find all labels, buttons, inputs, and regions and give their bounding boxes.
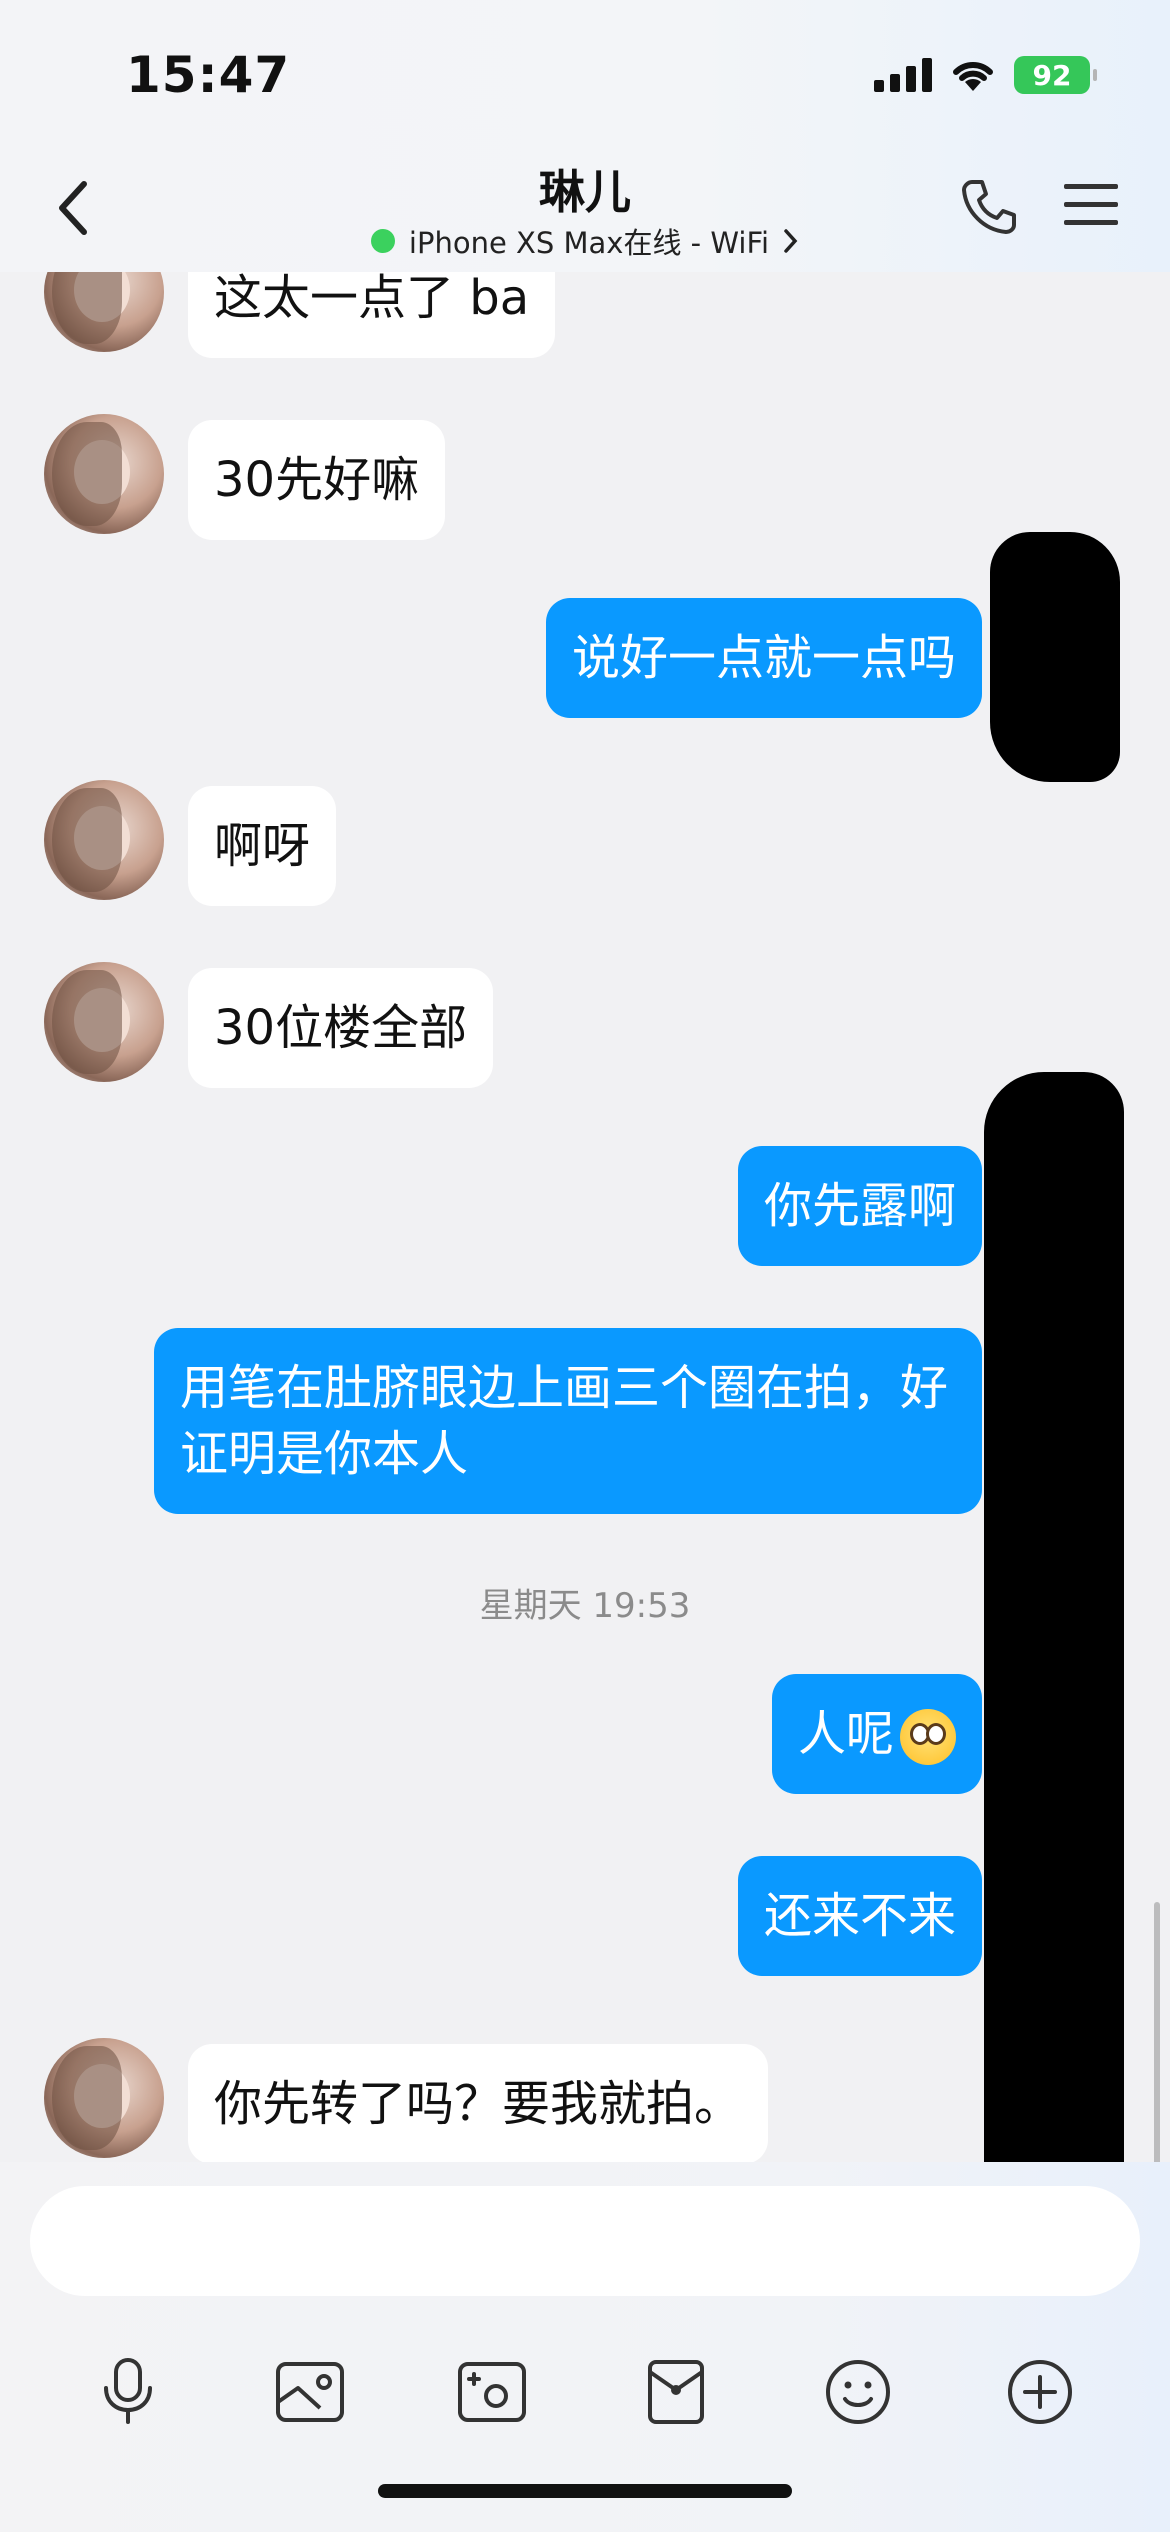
status-time: 15:47 <box>126 46 291 104</box>
avatar[interactable] <box>44 414 164 534</box>
message-bubble[interactable]: 这太一点了 ba <box>188 272 556 358</box>
plus-icon[interactable] <box>1000 2352 1080 2432</box>
avatar[interactable] <box>44 780 164 900</box>
message-bubble[interactable]: 啊呀 <box>188 786 337 906</box>
red-packet-icon[interactable] <box>636 2352 716 2432</box>
online-dot <box>370 229 395 253</box>
online-status-text: iPhone XS Max在线 - WiFi <box>408 226 770 260</box>
message-bubble[interactable]: 用笔在肚脐眼边上画三个圈在拍，好证明是你本人 <box>154 1328 982 1514</box>
message-bubble[interactable]: 30先好嘛 <box>188 420 446 540</box>
chevron-right-icon <box>784 229 798 253</box>
composer <box>0 2162 1170 2532</box>
scrollbar[interactable] <box>1154 1902 1160 2162</box>
message-text: 人呢 <box>797 1706 894 1762</box>
battery-icon: 92 <box>1014 56 1097 94</box>
camera-icon[interactable] <box>452 2352 532 2432</box>
message-list[interactable]: 这太一点了 ba 30先好嘛 说好一点就一点吗 啊呀 30位楼全部 你先露啊 用… <box>0 272 1170 2162</box>
emoji-icon[interactable] <box>818 2352 898 2432</box>
rolling-eyes-emoji-icon <box>900 1709 956 1765</box>
redacted-avatar <box>990 532 1120 782</box>
phone-icon[interactable] <box>958 176 1020 238</box>
composer-toolbar <box>0 2352 1170 2432</box>
avatar[interactable] <box>44 2038 164 2158</box>
message-bubble[interactable]: 你先转了吗？要我就拍。 <box>188 2044 769 2162</box>
battery-level: 92 <box>1032 58 1072 92</box>
message-input[interactable] <box>30 2186 1140 2296</box>
signal-icon <box>874 58 932 92</box>
message-bubble[interactable]: 还来不来 <box>737 1856 982 1976</box>
wifi-icon <box>953 61 993 91</box>
message-bubble[interactable]: 说好一点就一点吗 <box>545 598 982 718</box>
image-icon[interactable] <box>270 2352 350 2432</box>
avatar[interactable] <box>44 962 164 1082</box>
top-bar: 15:47 92 琳儿 iPhone XS Max在线 - WiFi <box>0 0 1170 272</box>
menu-icon[interactable] <box>1062 180 1120 230</box>
redacted-avatar <box>984 1072 1124 2162</box>
message-bubble[interactable]: 30位楼全部 <box>188 968 494 1088</box>
avatar[interactable] <box>44 272 164 352</box>
message-bubble[interactable]: 人呢 <box>771 1674 982 1794</box>
status-icons: 92 <box>874 56 1097 94</box>
message-bubble[interactable]: 你先露啊 <box>737 1146 982 1266</box>
home-indicator[interactable] <box>378 2484 792 2498</box>
microphone-icon[interactable] <box>88 2352 168 2432</box>
